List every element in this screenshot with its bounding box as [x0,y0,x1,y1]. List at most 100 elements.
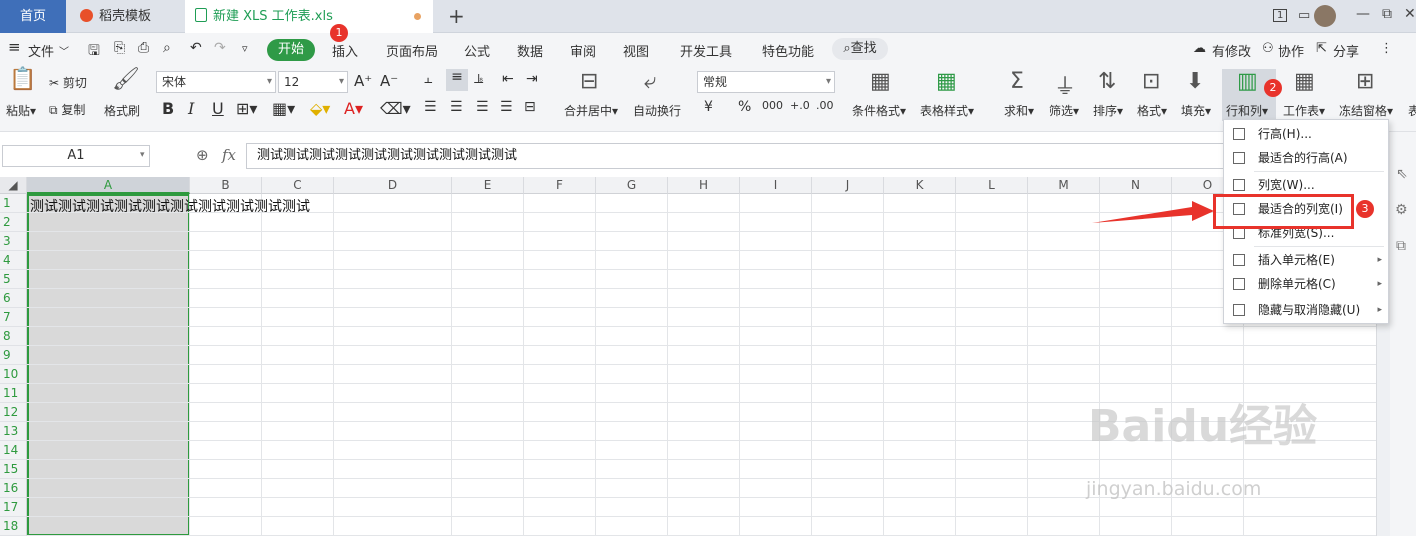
border-icon[interactable]: ⊞▾ [236,99,257,118]
thousands-button[interactable]: 000 [762,99,783,112]
freeze-button[interactable]: 冻结窗格▾ [1339,102,1393,119]
row-header-5[interactable]: 5 [0,270,27,289]
row-header-16[interactable]: 16 [0,479,27,498]
menu-file[interactable]: 文件 [28,41,54,60]
save-icon[interactable]: 🖫 [88,40,100,64]
menu-view[interactable]: 视图 [623,41,649,60]
column-header-j[interactable]: J [812,177,884,194]
row-header-15[interactable]: 15 [0,460,27,479]
column-header-m[interactable]: M [1028,177,1100,194]
menu-page-layout[interactable]: 页面布局 [386,41,438,60]
menu-data[interactable]: 数据 [517,41,543,60]
row-header-17[interactable]: 17 [0,498,27,517]
more-icon[interactable]: ⋮ [1380,41,1393,56]
column-header-k[interactable]: K [884,177,956,194]
tab-file[interactable]: 新建 XLS 工作表.xls [185,0,433,33]
menu-start[interactable]: 开始 [267,39,315,61]
distributed-icon[interactable]: ⊟ [524,99,536,115]
eraser-icon[interactable]: ⌫▾ [380,99,411,118]
bold-button[interactable]: B [162,99,174,118]
row-header-3[interactable]: 3 [0,232,27,251]
row-header-18[interactable]: 18 [0,517,27,536]
table-tools-button[interactable]: 表 [1408,102,1416,119]
add-tab-button[interactable]: + [448,4,465,28]
underline-button[interactable]: U [212,99,224,118]
copy-button[interactable]: ⧉ 复制 [49,101,85,118]
increase-indent-icon[interactable]: ⇥ [526,71,538,87]
column-header-b[interactable]: B [190,177,262,194]
format-button[interactable]: 格式▾ [1137,102,1167,119]
modified-label[interactable]: 有修改 [1212,41,1251,60]
name-box-chevron-icon[interactable]: ▾ [140,150,145,160]
tab-template[interactable]: 稻壳模板 [68,0,183,33]
row-header-6[interactable]: 6 [0,289,27,308]
currency-button[interactable]: ¥ [704,99,713,115]
menu-insert[interactable]: 插入 [332,41,358,60]
row-header-1[interactable]: 1 [0,194,27,213]
sum-button[interactable]: 求和▾ [1004,102,1034,119]
minimize-button[interactable]: — [1356,6,1370,22]
restore-button[interactable]: ⧉ [1382,6,1392,22]
fx-icon[interactable]: fx [222,146,236,164]
collab-button[interactable]: 协作 [1278,41,1304,60]
row-header-7[interactable]: 7 [0,308,27,327]
column-header-n[interactable]: N [1100,177,1172,194]
redo-icon[interactable]: ↷ [214,40,226,56]
menu-formula[interactable]: 公式 [464,41,490,60]
close-button[interactable]: ✕ [1404,6,1416,22]
cut-button[interactable]: ✂ 剪切 [49,74,87,91]
align-top-icon[interactable]: ⫠ [424,71,432,87]
number-format-select[interactable]: 常规 [697,71,835,93]
column-header-h[interactable]: H [668,177,740,194]
italic-button[interactable]: I [188,99,194,118]
print-preview-icon[interactable]: ⌕ [163,40,171,56]
decrease-indent-icon[interactable]: ⇤ [502,71,514,87]
font-size-select[interactable]: 12 [278,71,348,93]
row-header-8[interactable]: 8 [0,327,27,346]
undo-icon[interactable]: ↶ [190,40,202,56]
align-middle-icon[interactable]: ≡ [446,69,468,91]
zoom-icon[interactable]: ⊕ [196,146,209,164]
row-header-10[interactable]: 10 [0,365,27,384]
row-header-2[interactable]: 2 [0,213,27,232]
page-indicator[interactable]: 1 [1273,9,1288,22]
selected-column-a[interactable] [27,194,190,536]
row-header-9[interactable]: 9 [0,346,27,365]
export-icon[interactable]: ⎘ [114,40,125,56]
sort-button[interactable]: 排序▾ [1093,102,1123,119]
column-header-l[interactable]: L [956,177,1028,194]
font-name-select[interactable]: 宋体 [156,71,276,93]
decrease-decimal-icon[interactable]: .00 [816,99,834,112]
settings-sliders-icon[interactable]: ⚙ [1395,202,1408,218]
column-header-a[interactable]: A [27,177,190,194]
merge-button[interactable]: 合并居中▾ [564,102,618,119]
row-header-13[interactable]: 13 [0,422,27,441]
column-header-i[interactable]: I [740,177,812,194]
align-right-icon[interactable]: ☰ [476,99,489,115]
share-button[interactable]: 分享 [1333,41,1359,60]
font-color-icon[interactable]: A▾ [344,99,363,118]
increase-font-icon[interactable]: A⁺ [354,72,372,90]
format-painter-button[interactable]: 格式刷 [104,102,140,119]
menu-dev-tools[interactable]: 开发工具 [680,41,732,60]
column-header-c[interactable]: C [262,177,334,194]
filter-button[interactable]: 筛选▾ [1049,102,1079,119]
column-header-d[interactable]: D [334,177,452,194]
menu-special[interactable]: 特色功能 [762,41,814,60]
align-center-icon[interactable]: ☰ [450,99,463,115]
paste-button[interactable]: 粘贴▾ [6,102,36,119]
menu-review[interactable]: 审阅 [570,41,596,60]
print-icon[interactable]: ⎙ [138,40,149,56]
select-all-corner[interactable]: ◢ [0,177,27,194]
dropdown-item-7[interactable]: 删除单元格(C) ▸ [1224,272,1388,296]
search-button[interactable]: ⌕查找 [832,38,888,60]
decrease-font-icon[interactable]: A⁻ [380,72,398,90]
chevron-down-icon[interactable]: ﹀ [59,43,69,58]
worksheet-button[interactable]: 工作表▾ [1283,102,1325,119]
align-left-icon[interactable]: ☰ [424,99,437,115]
tab-home[interactable]: 首页 [0,0,66,33]
cursor-tool-icon[interactable]: ⇖ [1396,166,1408,182]
row-header-12[interactable]: 12 [0,403,27,422]
panel-icon[interactable]: ⧉ [1396,238,1406,254]
dropdown-item-8[interactable]: 隐藏与取消隐藏(U) ▸ [1224,298,1388,322]
